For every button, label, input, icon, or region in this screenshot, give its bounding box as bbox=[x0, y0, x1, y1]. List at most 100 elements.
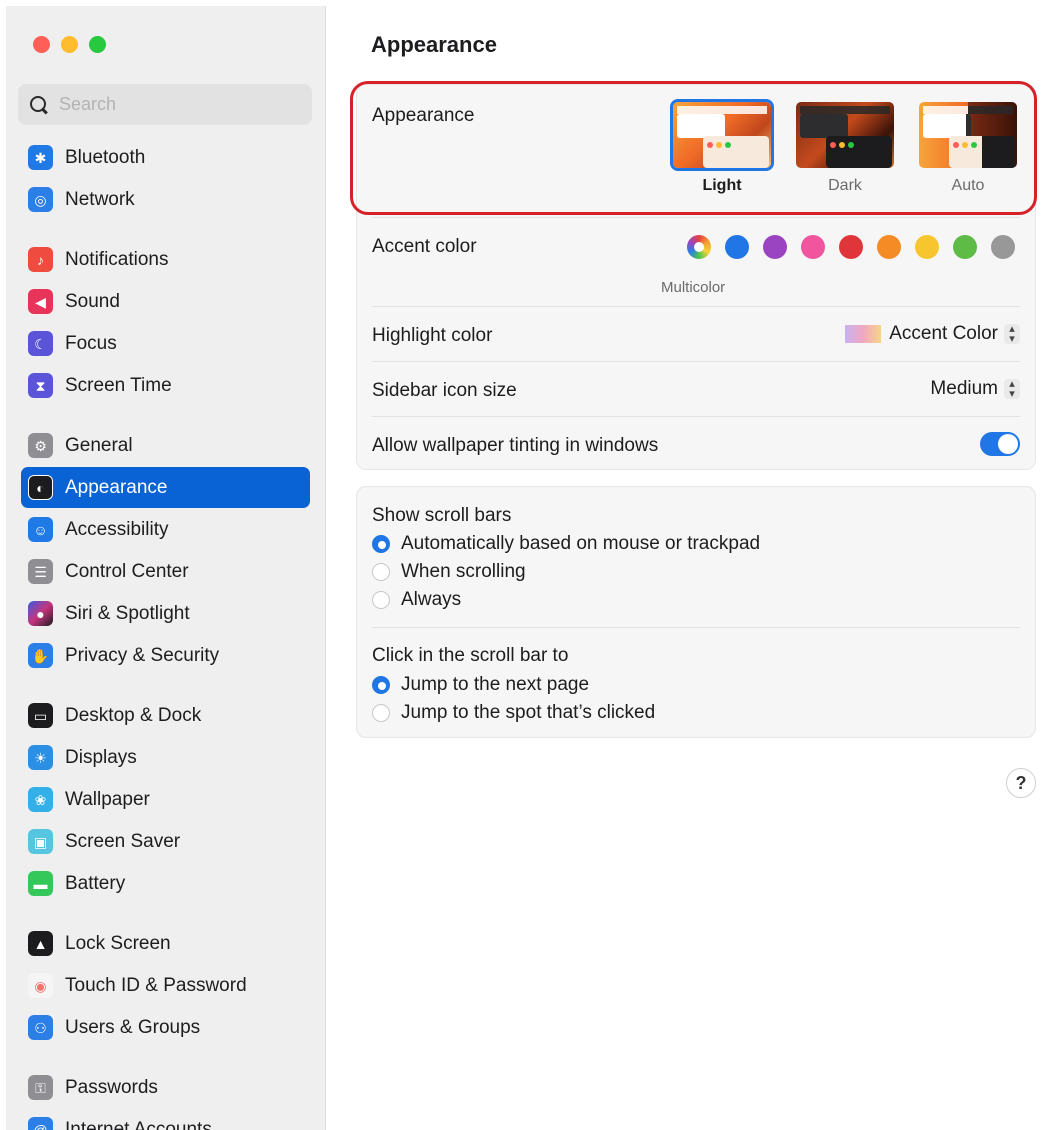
sidebar-item-focus[interactable]: ☾ Focus bbox=[21, 323, 310, 364]
chevron-updown-icon: ▴ ▾ bbox=[1004, 379, 1020, 400]
radio-button[interactable] bbox=[372, 704, 390, 722]
sidebar-item-notifications[interactable]: ♪ Notifications bbox=[21, 239, 310, 280]
sidebar-item-touch-id[interactable]: ◉ Touch ID & Password bbox=[21, 965, 310, 1006]
sidebar-item-displays[interactable]: ☀ Displays bbox=[21, 737, 310, 778]
sidebar-item-label: Lock Screen bbox=[65, 932, 171, 954]
auto-theme-thumbnail bbox=[916, 99, 1020, 171]
sidebar-item-label: Internet Accounts bbox=[65, 1118, 212, 1130]
accent-swatch-red[interactable] bbox=[839, 235, 863, 259]
close-button[interactable] bbox=[33, 36, 50, 53]
sidebar-item-sound[interactable]: ◀ Sound bbox=[21, 281, 310, 322]
accent-swatch-pink[interactable] bbox=[801, 235, 825, 259]
sidebar-item-label: Bluetooth bbox=[65, 146, 146, 168]
sidebar-item-label: Accessibility bbox=[65, 518, 169, 540]
accent-swatch-multicolor[interactable] bbox=[687, 235, 711, 259]
accent-swatch-orange[interactable] bbox=[877, 235, 901, 259]
divider bbox=[372, 306, 1020, 307]
theme-option-light[interactable]: Light bbox=[670, 99, 774, 195]
scroll-bar-settings-group: Show scroll bars Automatically based on … bbox=[356, 486, 1036, 738]
radio-jump-spot-clicked[interactable]: Jump to the spot that’s clicked bbox=[372, 702, 655, 724]
appearance-icon: ◐ bbox=[28, 475, 53, 500]
main-content: Appearance Appearance Light Dark Auto Ac… bbox=[326, 6, 1049, 1130]
system-settings-window: ✱ Bluetooth ◎ Network ♪ Notifications ◀ … bbox=[6, 6, 1049, 1130]
sidebar-item-label: Users & Groups bbox=[65, 1016, 201, 1038]
accent-swatch-green[interactable] bbox=[953, 235, 977, 259]
divider bbox=[372, 416, 1020, 417]
help-button[interactable]: ? bbox=[1006, 768, 1036, 798]
globe-icon: ◎ bbox=[28, 187, 53, 212]
dark-theme-thumbnail bbox=[793, 99, 897, 171]
sidebar-icon-size-popup[interactable]: Medium ▴ ▾ bbox=[930, 378, 1020, 400]
hourglass-icon: ⧗ bbox=[28, 373, 53, 398]
sidebar-item-bluetooth[interactable]: ✱ Bluetooth bbox=[21, 137, 310, 178]
radio-label: When scrolling bbox=[401, 561, 526, 582]
divider bbox=[372, 217, 1020, 218]
divider bbox=[372, 627, 1020, 628]
key-icon: ⚿ bbox=[28, 1075, 53, 1100]
sidebar-item-passwords[interactable]: ⚿ Passwords bbox=[21, 1067, 310, 1108]
sidebar-item-lock-screen[interactable]: ▲ Lock Screen bbox=[21, 923, 310, 964]
sidebar-item-screen-time[interactable]: ⧗ Screen Time bbox=[21, 365, 310, 406]
accent-swatch-purple[interactable] bbox=[763, 235, 787, 259]
zoom-button[interactable] bbox=[89, 36, 106, 53]
wallpaper-tinting-toggle[interactable] bbox=[980, 432, 1020, 456]
sidebar-item-general[interactable]: ⚙ General bbox=[21, 425, 310, 466]
sidebar-item-wallpaper[interactable]: ❀ Wallpaper bbox=[21, 779, 310, 820]
sidebar-item-label: Appearance bbox=[65, 476, 168, 498]
theme-label-light: Light bbox=[702, 177, 742, 194]
sidebar-item-control-center[interactable]: ☰ Control Center bbox=[21, 551, 310, 592]
highlight-color-popup[interactable]: Accent Color ▴ ▾ bbox=[845, 323, 1020, 345]
search-icon bbox=[29, 95, 49, 115]
accent-swatch-blue[interactable] bbox=[725, 235, 749, 259]
siri-icon: ● bbox=[28, 601, 53, 626]
control-center-icon: ☰ bbox=[28, 559, 53, 584]
sidebar: ✱ Bluetooth ◎ Network ♪ Notifications ◀ … bbox=[6, 6, 326, 1130]
accent-swatch-graphite[interactable] bbox=[991, 235, 1015, 259]
radio-button[interactable] bbox=[372, 591, 390, 609]
page-title: Appearance bbox=[371, 32, 497, 57]
sidebar-item-label: Focus bbox=[65, 332, 117, 354]
minimize-button[interactable] bbox=[61, 36, 78, 53]
divider bbox=[372, 361, 1020, 362]
wallpaper-tinting-label: Allow wallpaper tinting in windows bbox=[372, 435, 659, 456]
radio-scroll-automatic[interactable]: Automatically based on mouse or trackpad bbox=[372, 533, 760, 555]
sidebar-item-screen-saver[interactable]: ▣ Screen Saver bbox=[21, 821, 310, 862]
sidebar-icon-size-label: Sidebar icon size bbox=[372, 380, 517, 401]
sun-icon: ☀ bbox=[28, 745, 53, 770]
sidebar-item-internet-accounts[interactable]: @ Internet Accounts bbox=[21, 1109, 310, 1130]
search-input[interactable] bbox=[57, 93, 287, 116]
radio-label: Jump to the spot that’s clicked bbox=[401, 702, 656, 723]
sidebar-item-users-groups[interactable]: ⚇ Users & Groups bbox=[21, 1007, 310, 1048]
battery-icon: ▬ bbox=[28, 871, 53, 896]
accent-color-swatches bbox=[687, 235, 1015, 259]
sidebar-item-label: Control Center bbox=[65, 560, 189, 582]
radio-button[interactable] bbox=[372, 535, 390, 553]
radio-scroll-always[interactable]: Always bbox=[372, 589, 461, 611]
sidebar-item-label: Screen Saver bbox=[65, 830, 181, 852]
radio-button[interactable] bbox=[372, 676, 390, 694]
sidebar-item-label: General bbox=[65, 434, 133, 456]
accent-swatch-yellow[interactable] bbox=[915, 235, 939, 259]
users-icon: ⚇ bbox=[28, 1015, 53, 1040]
search-field[interactable] bbox=[18, 84, 312, 125]
radio-button[interactable] bbox=[372, 563, 390, 581]
sidebar-item-label: Desktop & Dock bbox=[65, 704, 202, 726]
sidebar-item-siri-spotlight[interactable]: ● Siri & Spotlight bbox=[21, 593, 310, 634]
radio-scroll-when-scrolling[interactable]: When scrolling bbox=[372, 561, 526, 583]
fingerprint-icon: ◉ bbox=[28, 973, 53, 998]
highlight-color-label: Highlight color bbox=[372, 325, 493, 346]
sidebar-item-desktop-dock[interactable]: ▭ Desktop & Dock bbox=[21, 695, 310, 736]
sidebar-item-network[interactable]: ◎ Network bbox=[21, 179, 310, 220]
sidebar-item-accessibility[interactable]: ☺ Accessibility bbox=[21, 509, 310, 550]
sidebar-item-label: Displays bbox=[65, 746, 137, 768]
sidebar-item-label: Siri & Spotlight bbox=[65, 602, 190, 624]
theme-option-dark[interactable]: Dark bbox=[793, 99, 897, 195]
theme-option-auto[interactable]: Auto bbox=[916, 99, 1020, 195]
sidebar-item-privacy-security[interactable]: ✋ Privacy & Security bbox=[21, 635, 310, 676]
sidebar-item-battery[interactable]: ▬ Battery bbox=[21, 863, 310, 904]
highlight-color-preview bbox=[845, 325, 882, 343]
sidebar-item-appearance[interactable]: ◐ Appearance bbox=[21, 467, 310, 508]
sidebar-item-label: Battery bbox=[65, 872, 126, 894]
click-scroll-bar-label: Click in the scroll bar to bbox=[372, 645, 569, 666]
radio-jump-next-page[interactable]: Jump to the next page bbox=[372, 674, 589, 696]
